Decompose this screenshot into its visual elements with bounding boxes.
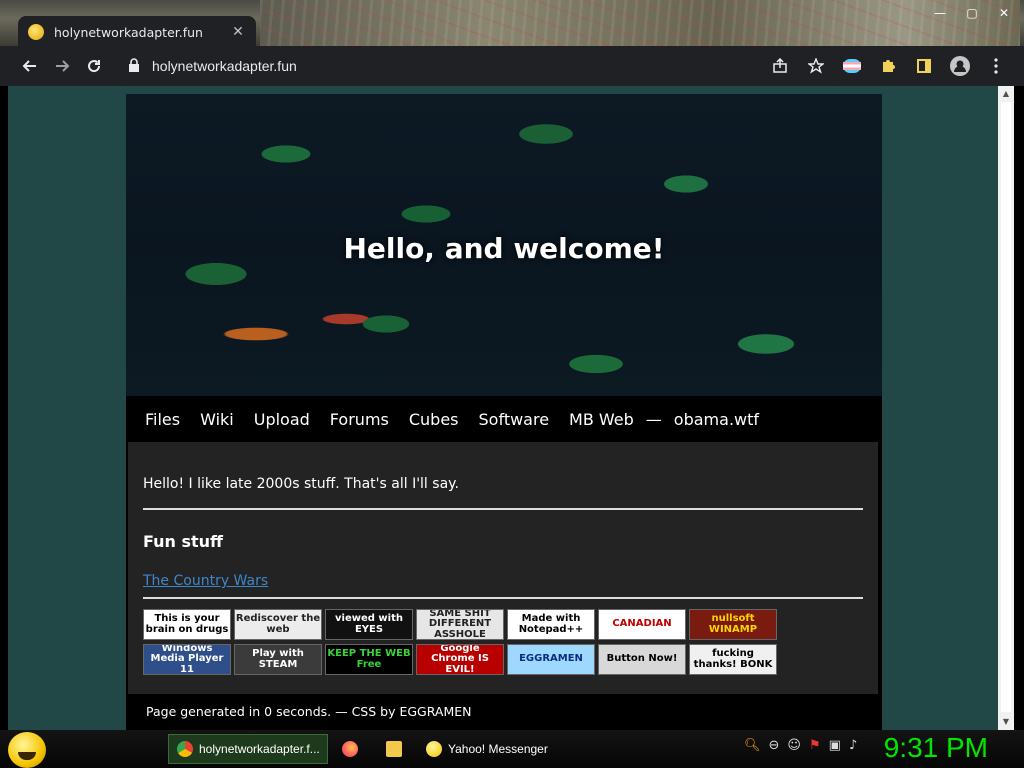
web-badge-button[interactable]: Play with STEAM <box>234 644 322 675</box>
button-badge-grid: This is your brain on drugs Rediscover th… <box>143 609 783 675</box>
hero-title: Hello, and welcome! <box>343 232 665 265</box>
nav-separator: — <box>645 409 662 429</box>
nav-link-mb-web[interactable]: MB Web <box>569 410 634 429</box>
tab-title: holynetworkadapter.fun <box>54 24 203 40</box>
divider <box>143 597 863 599</box>
vertical-scrollbar[interactable]: ▲ ▼ <box>998 86 1014 730</box>
share-button[interactable] <box>764 50 796 82</box>
address-bar[interactable]: holynetworkadapter.fun <box>116 50 846 82</box>
tab-close-icon[interactable]: ✕ <box>230 24 246 40</box>
task-label: holynetworkadapter.f... <box>199 742 320 756</box>
bookmark-button[interactable] <box>800 50 832 82</box>
page-container: Hello, and welcome! Files Wiki Upload Fo… <box>126 94 882 730</box>
flag-extension-button[interactable] <box>836 50 868 82</box>
nav-link-forums[interactable]: Forums <box>330 410 389 429</box>
minimize-button[interactable]: — <box>926 4 954 22</box>
close-window-button[interactable]: ✕ <box>990 4 1018 22</box>
network-icon[interactable]: ▣ <box>829 738 841 753</box>
web-badge-button[interactable]: Google Chrome IS EVIL! <box>416 644 504 675</box>
fun-stuff-heading: Fun stuff <box>143 532 224 551</box>
nav-link-wiki[interactable]: Wiki <box>200 410 234 429</box>
minus-circle-icon[interactable]: ⊖ <box>769 738 780 753</box>
menu-button[interactable] <box>980 50 1012 82</box>
toolbar-actions <box>764 50 1012 82</box>
site-nav: Files Wiki Upload Forums Cubes Software … <box>126 396 882 442</box>
side-panel-button[interactable] <box>908 50 940 82</box>
lock-icon <box>128 57 140 75</box>
firefox-icon <box>342 741 358 757</box>
web-badge-button[interactable]: nullsoft WINAMP <box>689 609 777 640</box>
flag-icon[interactable]: ⚑ <box>809 738 821 753</box>
scrollbar-thumb[interactable] <box>1001 102 1011 712</box>
avatar-icon <box>950 56 970 76</box>
nav-link-software[interactable]: Software <box>479 410 550 429</box>
web-badge-button[interactable]: CANADIAN <box>598 609 686 640</box>
task-yahoo-messenger[interactable]: Yahoo! Messenger <box>418 734 574 764</box>
messenger-icon[interactable]: ☺ <box>787 738 801 753</box>
start-button-smiley-icon[interactable] <box>8 732 46 768</box>
chrome-icon <box>177 741 193 757</box>
web-badge-button[interactable]: fucking thanks! BONK <box>689 644 777 675</box>
trans-flag-icon <box>843 59 861 73</box>
page-footer: Page generated in 0 seconds. — CSS by EG… <box>126 698 882 730</box>
nav-link-obama-wtf[interactable]: obama.wtf <box>674 410 759 429</box>
side-panel-icon <box>917 59 931 73</box>
window-controls: — ▢ ✕ <box>926 4 1018 22</box>
profile-button[interactable] <box>944 50 976 82</box>
browser-toolbar: holynetworkadapter.fun <box>0 46 1024 86</box>
task-label: Yahoo! Messenger <box>448 742 548 756</box>
reload-button[interactable] <box>78 50 110 82</box>
web-badge-button[interactable]: KEEP THE WEB Free <box>325 644 413 675</box>
web-badge-button[interactable]: Rediscover the web <box>234 609 322 640</box>
main-content: Hello! I like late 2000s stuff. That's a… <box>128 442 878 694</box>
web-badge-button[interactable]: Made with Notepad++ <box>507 609 595 640</box>
puzzle-icon <box>883 60 895 72</box>
folder-icon <box>386 741 402 757</box>
web-badge-button[interactable]: Windows Media Player 11 <box>143 644 231 675</box>
volume-icon[interactable]: ♪ <box>849 738 857 753</box>
clock[interactable]: 9:31 PM <box>884 732 988 764</box>
forward-button[interactable] <box>46 50 78 82</box>
system-tray: 🔍︎ ⊖ ☺ ⚑ ▣ ♪ <box>744 738 857 753</box>
web-badge-button[interactable]: viewed with EYES <box>325 609 413 640</box>
title-bar: holynetworkadapter.fun ✕ — ▢ ✕ <box>0 0 1024 46</box>
task-firefox[interactable] <box>334 734 370 764</box>
task-chrome-window[interactable]: holynetworkadapter.f... <box>168 734 328 764</box>
page-viewport: Hello, and welcome! Files Wiki Upload Fo… <box>8 86 1014 730</box>
country-wars-link[interactable]: The Country Wars <box>143 573 268 589</box>
web-badge-button[interactable]: SAME SHIT DIFFERENT ASSHOLE <box>416 609 504 640</box>
nav-link-cubes[interactable]: Cubes <box>409 410 459 429</box>
nav-link-files[interactable]: Files <box>145 410 180 429</box>
title-bar-decoration <box>260 0 1020 46</box>
divider <box>143 508 863 510</box>
search-icon[interactable]: 🔍︎ <box>744 738 761 753</box>
browser-tab[interactable]: holynetworkadapter.fun ✕ <box>18 16 256 46</box>
nav-link-upload[interactable]: Upload <box>254 410 310 429</box>
url-text: holynetworkadapter.fun <box>152 58 297 74</box>
share-icon <box>773 58 787 73</box>
star-icon <box>808 58 824 74</box>
taskbar: holynetworkadapter.f... Yahoo! Messenger… <box>0 730 1024 768</box>
web-badge-button[interactable]: This is your brain on drugs <box>143 609 231 640</box>
back-arrow-icon <box>22 60 36 72</box>
kebab-menu-icon <box>994 58 998 74</box>
intro-text: Hello! I like late 2000s stuff. That's a… <box>143 476 459 492</box>
scroll-up-arrow-icon[interactable]: ▲ <box>998 86 1014 102</box>
site-favicon-icon <box>28 24 44 40</box>
web-badge-button[interactable]: Button Now! <box>598 644 686 675</box>
hero-banner: Hello, and welcome! <box>126 94 882 396</box>
forward-arrow-icon <box>56 60 70 72</box>
extensions-button[interactable] <box>872 50 904 82</box>
scroll-down-arrow-icon[interactable]: ▼ <box>998 714 1014 730</box>
yahoo-smiley-icon <box>426 741 442 757</box>
task-explorer[interactable] <box>378 734 412 764</box>
reload-icon <box>88 60 101 73</box>
web-badge-button[interactable]: EGGRAMEN <box>507 644 595 675</box>
back-button[interactable] <box>14 50 46 82</box>
maximize-button[interactable]: ▢ <box>958 4 986 22</box>
